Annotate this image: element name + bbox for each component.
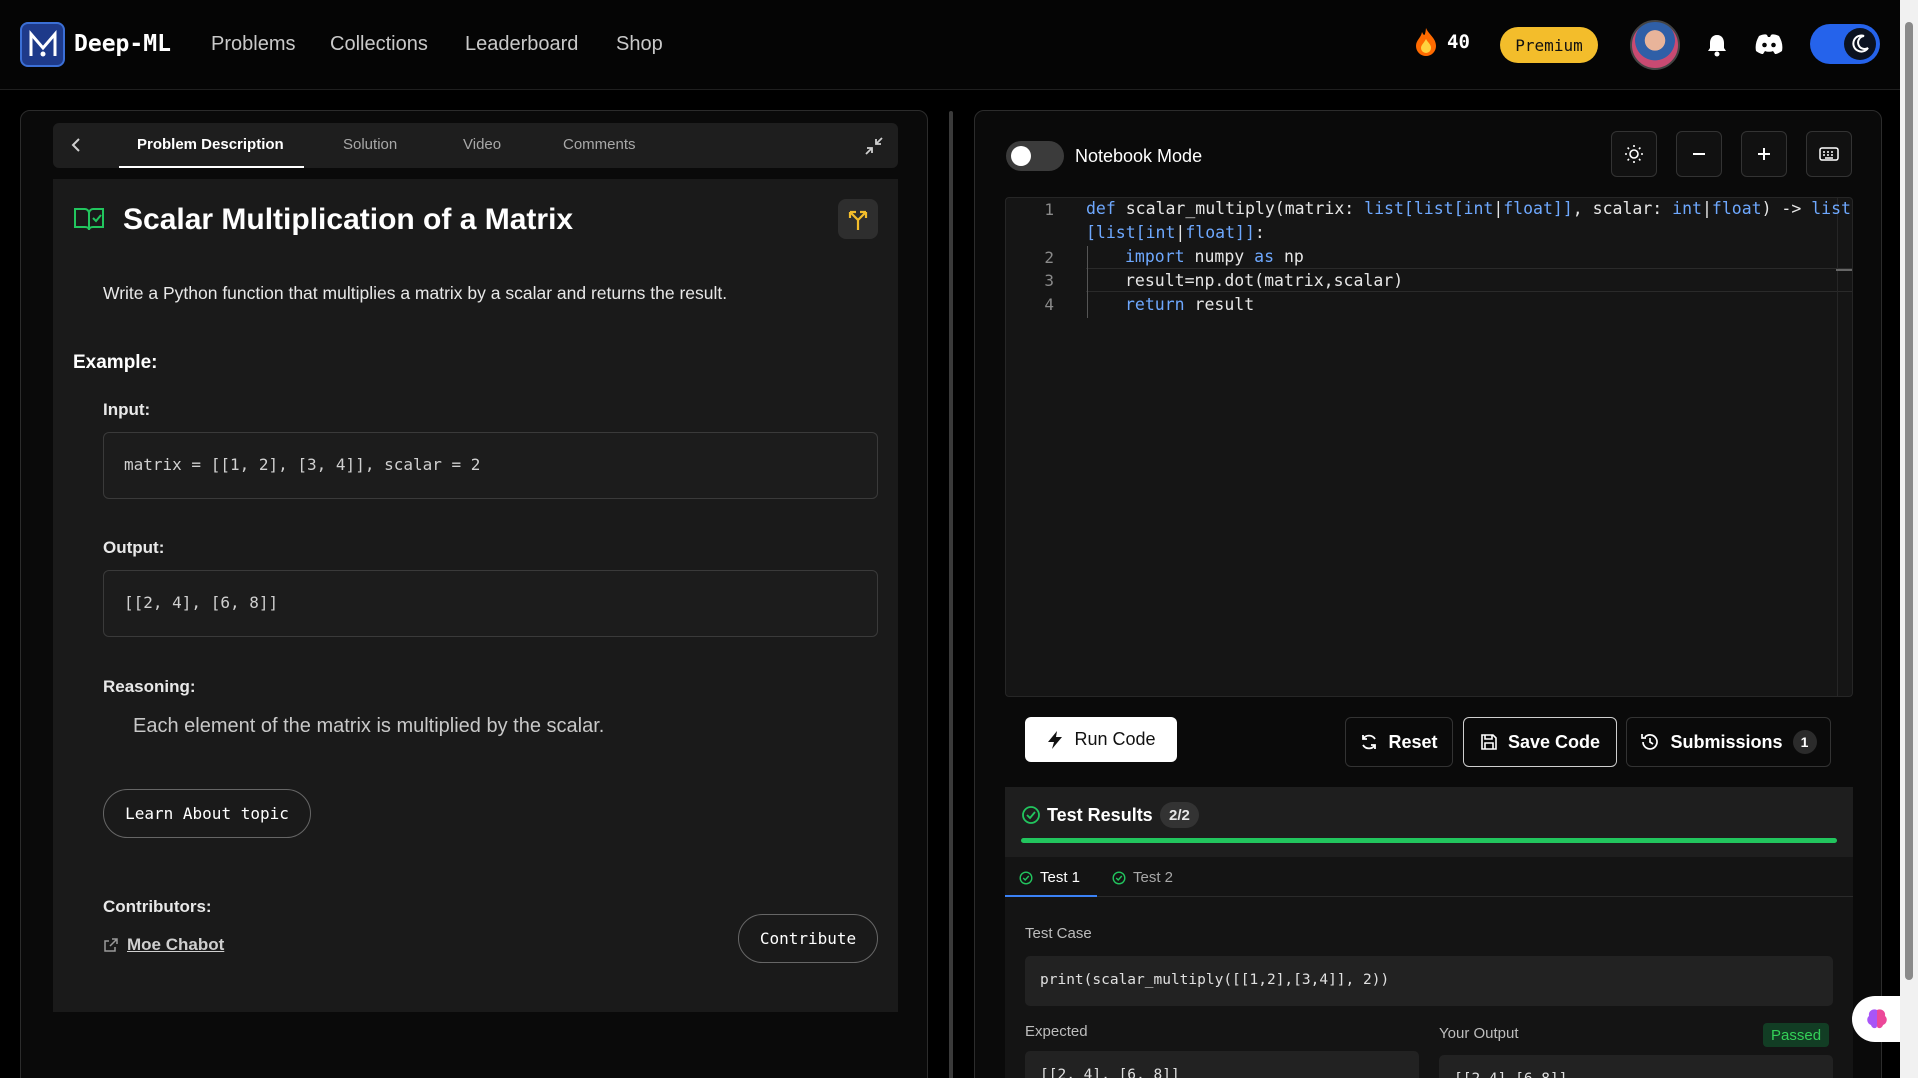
code-editor[interactable]: 1 2 3 4 def scalar_multiply(matrix: list… bbox=[1005, 197, 1853, 697]
dark-mode-toggle[interactable] bbox=[1810, 24, 1880, 64]
input-label: Input: bbox=[103, 400, 151, 419]
notebook-mode-label: Notebook Mode bbox=[1075, 146, 1203, 166]
problem-tab-bar: Problem Description Solution Video Comme… bbox=[53, 123, 898, 168]
output-label: Output: bbox=[103, 538, 165, 557]
reset-button[interactable]: Reset bbox=[1345, 717, 1453, 767]
refresh-icon bbox=[1362, 734, 1377, 750]
branch-arrows-icon bbox=[848, 210, 868, 230]
streak-count: 40 bbox=[1447, 31, 1470, 53]
line-number: 4 bbox=[1044, 295, 1054, 314]
problem-panel: Problem Description Solution Video Comme… bbox=[20, 110, 928, 1078]
collapse-icon[interactable] bbox=[862, 134, 886, 163]
contributor-name: Moe Chabot bbox=[127, 935, 225, 954]
history-icon bbox=[1641, 734, 1659, 750]
nav-shop[interactable]: Shop bbox=[616, 33, 663, 56]
open-book-icon bbox=[73, 205, 105, 238]
keyboard-icon[interactable] bbox=[1806, 131, 1852, 177]
tab-test-2[interactable]: Test 2 bbox=[1112, 869, 1173, 886]
editor-panel: Notebook Mode 1 2 3 4 def scalar_multipl… bbox=[974, 110, 1882, 1078]
top-nav-bar: Deep-ML Problems Collections Leaderboard… bbox=[0, 0, 1900, 90]
active-tab-indicator bbox=[119, 166, 304, 168]
test-progress-bar bbox=[1021, 838, 1837, 843]
submissions-count: 1 bbox=[1792, 730, 1817, 754]
notebook-mode-toggle[interactable] bbox=[1006, 141, 1064, 171]
plus-icon[interactable] bbox=[1741, 131, 1787, 177]
code-line-4: return result bbox=[1125, 295, 1255, 314]
discord-icon[interactable] bbox=[1755, 33, 1783, 60]
contributors-label: Contributors: bbox=[103, 897, 212, 916]
check-circle-icon bbox=[1021, 805, 1041, 830]
fork-problem-button[interactable] bbox=[838, 199, 878, 239]
submissions-button[interactable]: Submissions 1 bbox=[1626, 717, 1831, 767]
flame-icon bbox=[1416, 28, 1436, 56]
nav-problems[interactable]: Problems bbox=[211, 33, 295, 56]
test-case-tabs: Test 1 Test 2 bbox=[1005, 857, 1853, 897]
line-number: 3 bbox=[1044, 271, 1054, 290]
your-output: [[2 4] [6 8]] bbox=[1439, 1055, 1833, 1078]
save-icon bbox=[1481, 734, 1497, 750]
reasoning-text: Each element of the matrix is multiplied… bbox=[133, 715, 605, 737]
save-code-button[interactable]: Save Code bbox=[1463, 717, 1617, 767]
your-output-label: Your Output bbox=[1439, 1025, 1519, 1042]
line-number: 2 bbox=[1044, 248, 1054, 267]
test-case-label: Test Case bbox=[1025, 925, 1092, 942]
deep-ml-logo-icon[interactable] bbox=[20, 22, 65, 67]
streak-counter[interactable]: 40 bbox=[1413, 27, 1470, 57]
test-results-header: Test Results 2/2 bbox=[1005, 787, 1853, 857]
panel-resize-handle[interactable] bbox=[949, 111, 953, 1078]
contributor-link[interactable]: Moe Chabot bbox=[103, 935, 224, 955]
bell-icon[interactable] bbox=[1706, 33, 1728, 62]
tab-video[interactable]: Video bbox=[463, 136, 501, 153]
tab-comments[interactable]: Comments bbox=[563, 136, 636, 153]
page-scrollbar[interactable] bbox=[1900, 0, 1918, 1078]
check-circle-icon bbox=[1019, 870, 1033, 885]
problem-title: Scalar Multiplication of a Matrix bbox=[123, 203, 574, 236]
expected-output: [[2, 4], [6, 8]] bbox=[1025, 1051, 1419, 1078]
tab-problem-description[interactable]: Problem Description bbox=[137, 136, 284, 153]
tests-passed-badge: 2/2 bbox=[1160, 802, 1199, 828]
reasoning-label: Reasoning: bbox=[103, 677, 196, 696]
brand-name[interactable]: Deep-ML bbox=[74, 31, 171, 57]
example-input: matrix = [[1, 2], [3, 4]], scalar = 2 bbox=[103, 432, 878, 499]
passed-badge: Passed bbox=[1763, 1023, 1830, 1047]
check-circle-icon bbox=[1112, 870, 1126, 885]
example-heading: Example: bbox=[73, 352, 158, 373]
logo-mark-icon bbox=[29, 29, 56, 56]
learn-about-topic-button[interactable]: Learn About topic bbox=[103, 789, 311, 838]
test-results-panel: Test Results 2/2 Test 1 Test 2 Test Case… bbox=[1005, 787, 1853, 1078]
problem-content: Scalar Multiplication of a Matrix Write … bbox=[53, 179, 898, 1012]
line-number: 1 bbox=[1044, 200, 1054, 219]
contribute-button[interactable]: Contribute bbox=[738, 914, 878, 963]
test-results-title: Test Results bbox=[1047, 805, 1153, 825]
active-test-indicator bbox=[1005, 895, 1097, 897]
chevron-left-icon[interactable] bbox=[69, 135, 83, 160]
code-line-1-wrap: [list[int|float]]: bbox=[1086, 223, 1265, 242]
premium-button[interactable]: Premium bbox=[1500, 27, 1598, 63]
problem-description: Write a Python function that multiplies … bbox=[103, 283, 728, 303]
brain-icon bbox=[1867, 1009, 1887, 1029]
nav-collections[interactable]: Collections bbox=[330, 33, 428, 56]
minus-icon[interactable] bbox=[1676, 131, 1722, 177]
expected-label: Expected bbox=[1025, 1023, 1088, 1040]
run-code-button[interactable]: Run Code bbox=[1025, 717, 1177, 762]
code-line-3: result=np.dot(matrix,scalar) bbox=[1125, 271, 1404, 290]
sun-icon[interactable] bbox=[1611, 131, 1657, 177]
example-output: [[2, 4], [6, 8]] bbox=[103, 570, 878, 637]
tab-solution[interactable]: Solution bbox=[343, 136, 397, 153]
moon-icon bbox=[1844, 28, 1876, 60]
code-line-1: def scalar_multiply(matrix: list[list[in… bbox=[1086, 199, 1851, 218]
nav-leaderboard[interactable]: Leaderboard bbox=[465, 33, 578, 56]
lightning-icon bbox=[1048, 730, 1063, 749]
tab-test-1[interactable]: Test 1 bbox=[1019, 869, 1080, 886]
ai-assistant-button[interactable] bbox=[1852, 996, 1902, 1042]
code-line-2: import numpy as np bbox=[1125, 247, 1304, 266]
external-link-icon bbox=[104, 938, 118, 952]
user-avatar[interactable] bbox=[1630, 20, 1680, 70]
test-case-code: print(scalar_multiply([[1,2],[3,4]], 2)) bbox=[1025, 956, 1833, 1006]
